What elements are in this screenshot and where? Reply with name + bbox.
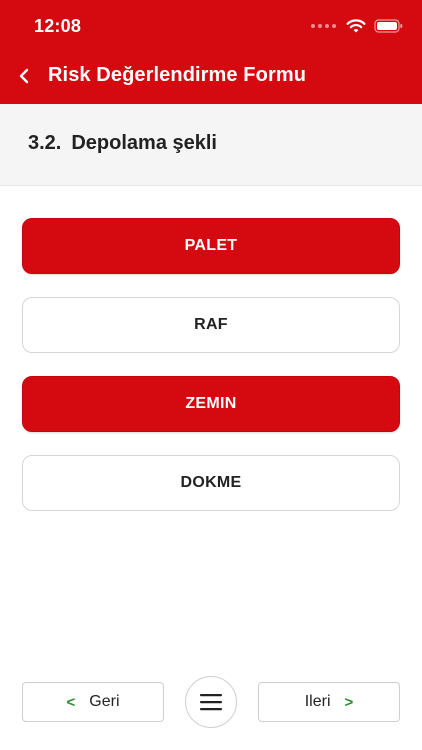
- option-zemin[interactable]: ZEMIN: [22, 376, 400, 432]
- chevron-left-icon[interactable]: [16, 66, 32, 86]
- next-button[interactable]: Ileri >: [258, 682, 400, 722]
- chevron-left-icon: <: [66, 693, 76, 711]
- navigation-bar: Risk Değerlendirme Formu: [0, 52, 422, 104]
- page-title: Risk Değerlendirme Formu: [48, 64, 307, 86]
- question-text: Depolama şekli: [71, 132, 217, 154]
- option-palet[interactable]: PALET: [22, 218, 400, 274]
- question-header: 3.2. Depolama şekli: [0, 104, 422, 186]
- hamburger-menu-icon: [200, 694, 222, 711]
- app-header: 12:08 Risk Değerlendirme Formu: [0, 0, 422, 104]
- status-time: 12:08: [34, 16, 82, 36]
- bottom-navigation: < Geri Ileri >: [0, 676, 422, 736]
- option-raf[interactable]: RAF: [22, 297, 400, 353]
- back-button[interactable]: < Geri: [22, 682, 164, 722]
- back-button-label: Geri: [89, 693, 120, 710]
- next-button-label: Ileri: [304, 693, 331, 710]
- status-indicators: [311, 14, 404, 38]
- status-bar: 12:08: [0, 0, 422, 52]
- option-dokme[interactable]: DOKME: [22, 455, 400, 511]
- question-number: 3.2.: [28, 132, 62, 154]
- menu-button[interactable]: [185, 676, 237, 728]
- app-screen: 12:08 Risk Değerlendirme Formu 3.2. Depo…: [0, 0, 422, 750]
- cellular-signal-icon: [311, 24, 336, 28]
- battery-icon: [374, 19, 403, 33]
- wifi-icon: [346, 19, 366, 33]
- chevron-right-icon: >: [344, 693, 354, 711]
- question-title: 3.2. Depolama şekli: [28, 132, 217, 155]
- answer-options: PALET RAF ZEMIN DOKME: [22, 218, 400, 534]
